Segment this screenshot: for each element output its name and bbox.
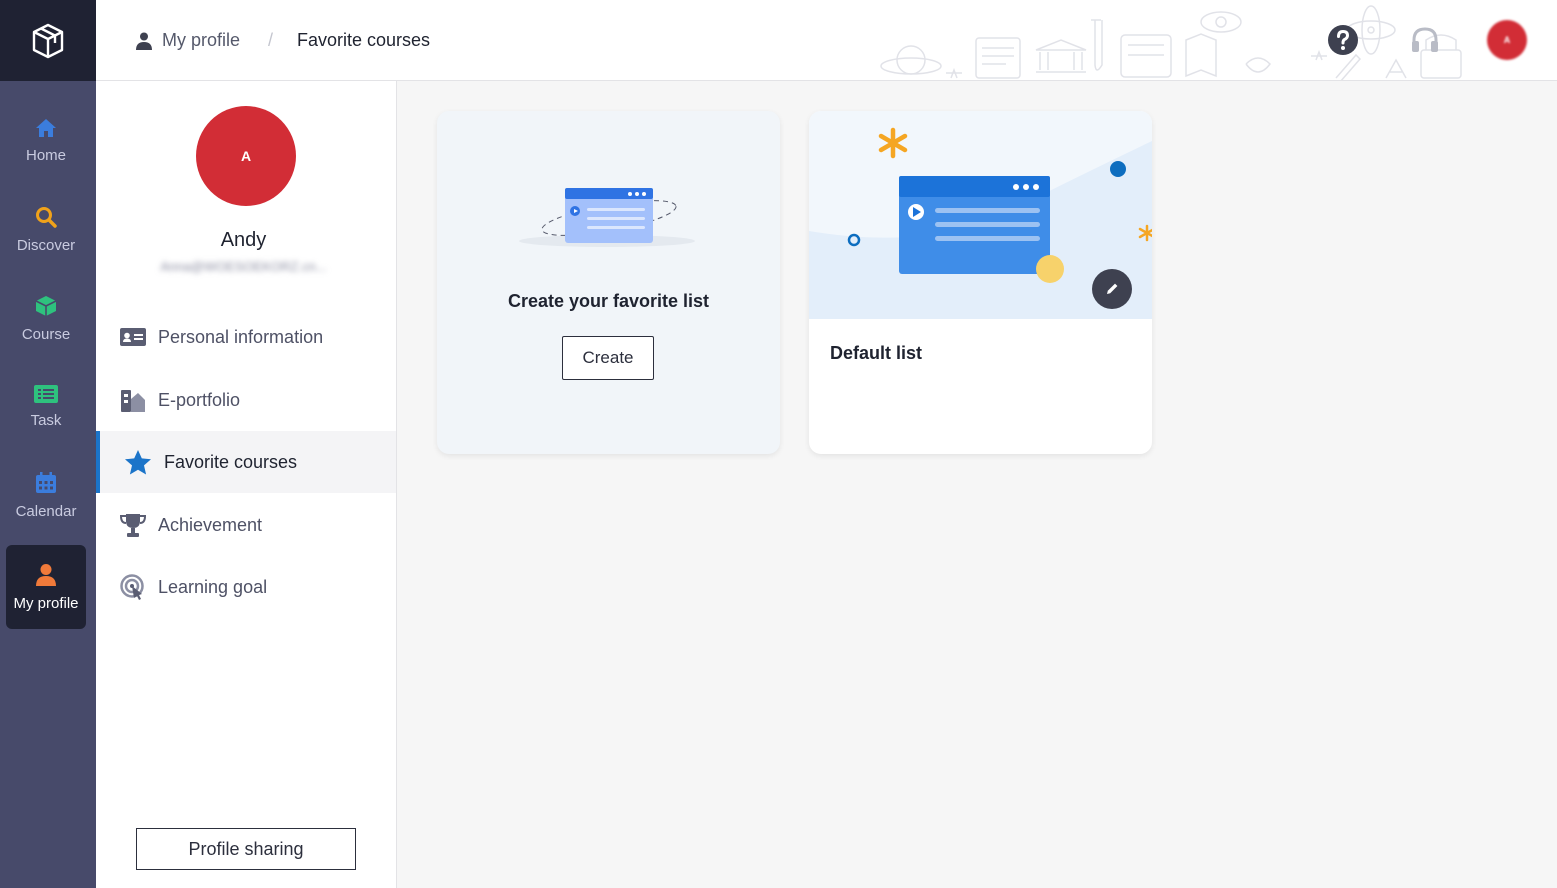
user-avatar[interactable]: A: [1487, 20, 1527, 60]
profile-panel: A Andy Anna@WOESOEKORZ.cn... Personal in…: [96, 81, 397, 888]
menu-item-label: Learning goal: [158, 576, 268, 597]
avatar-initial: A: [1503, 35, 1511, 45]
main-nav-rail: Home Discover Course Task Calendar My pr…: [0, 0, 96, 888]
nav-item-home[interactable]: Home: [6, 98, 86, 182]
profile-avatar: A: [196, 106, 296, 206]
nav-item-task[interactable]: Task: [6, 364, 86, 448]
menu-item-favorite-courses[interactable]: Favorite courses: [96, 431, 396, 493]
id-card-icon: [120, 328, 146, 346]
nav-item-label: Task: [30, 411, 62, 429]
profile-email: Anna@WOESOEKORZ.cn...: [160, 259, 327, 274]
create-list-illustration: [519, 188, 695, 247]
header-doodle-illustration: [880, 5, 1462, 80]
default-list-title: Default list: [830, 343, 923, 363]
list-icon: [34, 384, 58, 403]
top-header: My profile / Favorite courses A: [96, 0, 1557, 81]
nav-item-discover[interactable]: Discover: [6, 187, 86, 271]
create-favorite-list-card: Create your favorite list Create: [437, 111, 780, 454]
nav-item-label: Discover: [16, 236, 76, 254]
breadcrumb-current: Favorite courses: [297, 30, 431, 50]
nav-item-label: Home: [25, 146, 66, 164]
headset-support-icon[interactable]: [1409, 24, 1441, 56]
target-icon: [120, 574, 144, 600]
create-list-title: Create your favorite list: [507, 291, 710, 311]
calendar-icon: [36, 471, 56, 493]
menu-item-e-portfolio[interactable]: E-portfolio: [96, 369, 396, 431]
menu-item-label: E-portfolio: [158, 389, 241, 410]
breadcrumb-separator: /: [268, 30, 274, 50]
breadcrumb-parent-label: My profile: [162, 30, 241, 50]
profile-name: Andy: [220, 229, 267, 251]
search-icon: [36, 206, 57, 228]
menu-item-personal-information[interactable]: Personal information: [96, 306, 396, 368]
person-icon: [36, 563, 56, 586]
nav-item-calendar[interactable]: Calendar: [6, 453, 86, 537]
menu-item-learning-goal[interactable]: Learning goal: [96, 556, 396, 618]
nav-item-label: Calendar: [15, 502, 77, 520]
pencil-icon: [1107, 283, 1118, 294]
nav-item-label: Course: [21, 325, 71, 343]
nav-item-label: My profile: [13, 594, 79, 612]
person-icon: [136, 32, 152, 50]
help-icon[interactable]: [1327, 24, 1359, 56]
app-logo[interactable]: [0, 0, 96, 81]
menu-item-label: Achievement: [158, 514, 263, 535]
menu-item-label: Personal information: [158, 326, 324, 347]
default-list-card[interactable]: Default list: [809, 111, 1152, 454]
profile-sharing-button[interactable]: Profile sharing: [136, 828, 356, 870]
portfolio-icon: [121, 390, 145, 412]
breadcrumb-my-profile[interactable]: My profile: [136, 0, 241, 80]
logo-box-icon: [32, 23, 64, 58]
create-button[interactable]: Create: [562, 336, 654, 380]
menu-item-label: Favorite courses: [164, 451, 298, 472]
edit-list-button[interactable]: [1092, 269, 1132, 309]
cube-icon: [35, 295, 57, 316]
menu-item-achievement[interactable]: Achievement: [96, 494, 396, 556]
nav-item-my-profile[interactable]: My profile: [6, 545, 86, 629]
star-icon: [125, 449, 151, 474]
trophy-icon: [120, 514, 146, 537]
profile-avatar-initial: A: [240, 148, 252, 164]
home-icon: [36, 118, 56, 137]
nav-item-course[interactable]: Course: [6, 276, 86, 360]
